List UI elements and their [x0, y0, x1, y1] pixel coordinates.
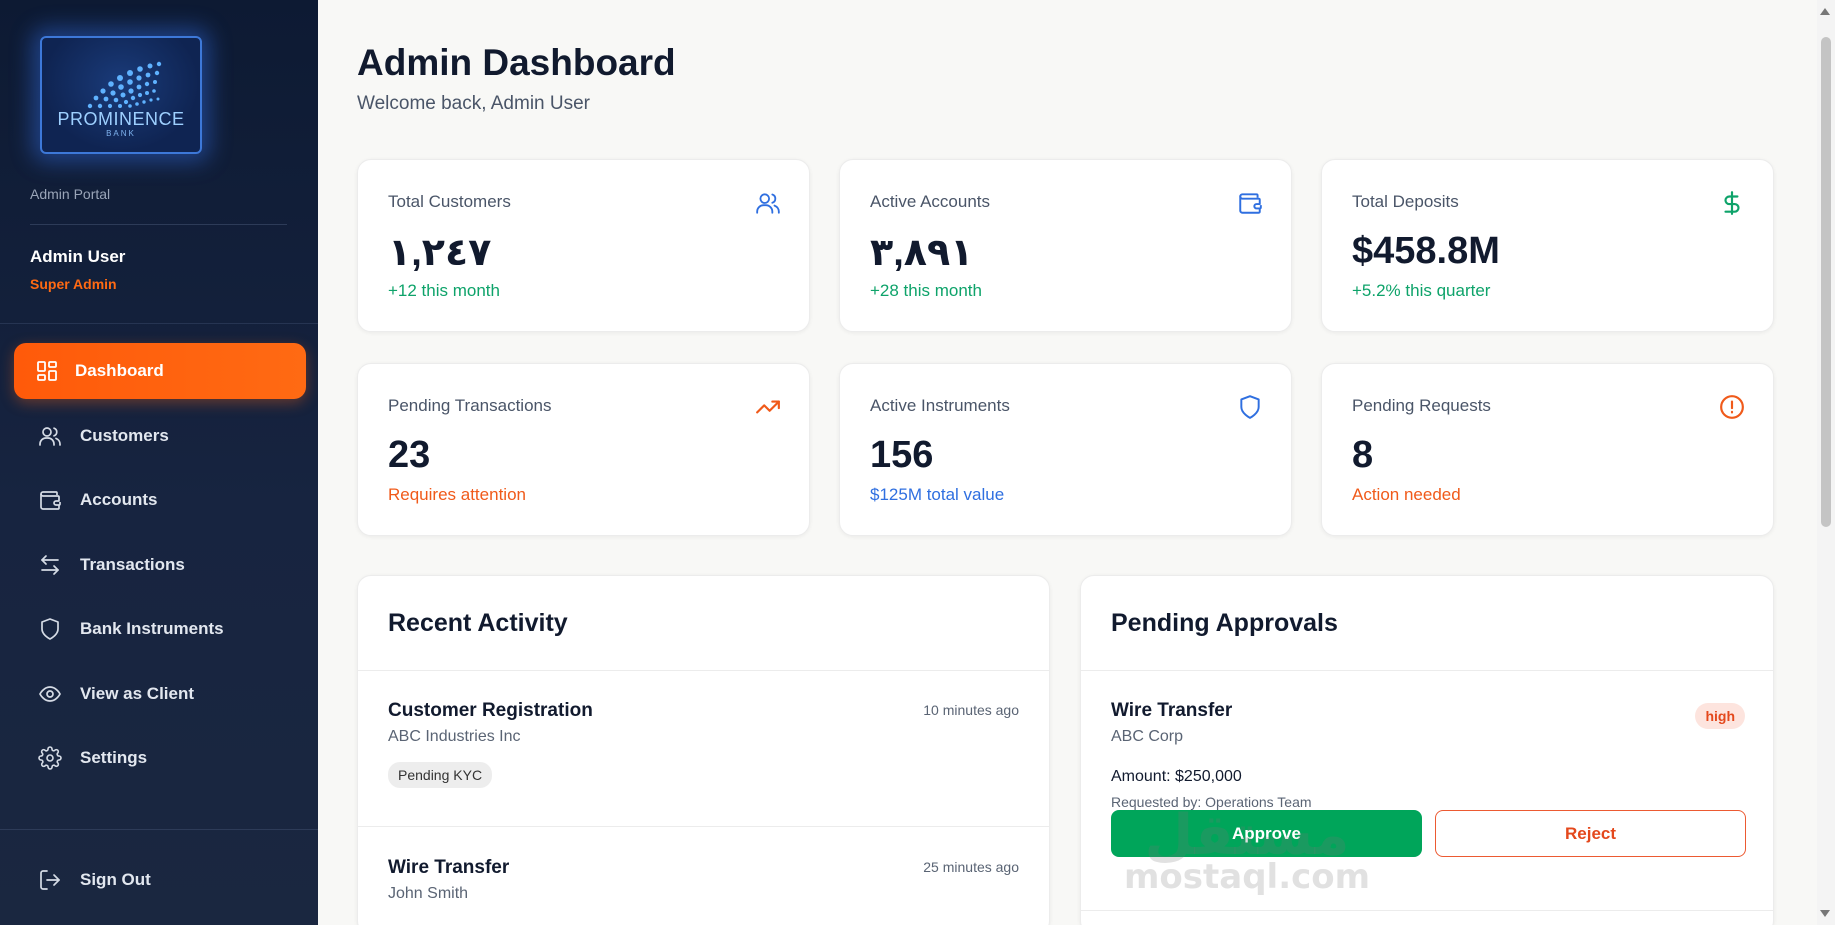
watermark-latin: mostaql.com — [1124, 857, 1371, 897]
page-title: Admin Dashboard — [357, 42, 676, 83]
dollar-icon — [1719, 190, 1745, 216]
stat-value: 23 — [388, 434, 431, 476]
app-window: PROMINENCE BANK Admin Portal Admin User … — [0, 0, 1835, 925]
sidebar-item-bank-instruments[interactable]: Bank Instruments — [14, 601, 306, 657]
stat-note: +28 this month — [870, 281, 982, 300]
activity-title: Customer Registration — [388, 700, 593, 721]
stat-card-pending-transactions: Pending Transactions 23 Requires attenti… — [357, 363, 810, 536]
eye-icon — [38, 682, 62, 706]
activity-title: Wire Transfer — [388, 857, 510, 878]
sidebar: PROMINENCE BANK Admin Portal Admin User … — [0, 0, 318, 925]
activity-item[interactable]: Wire Transfer 25 minutes ago John Smith — [358, 827, 1049, 925]
stat-label: Pending Requests — [1352, 396, 1491, 415]
stat-card-total-deposits: Total Deposits $458.8M +5.2% this quarte… — [1321, 159, 1774, 332]
sidebar-nav: Dashboard Customers Accounts Transaction… — [14, 343, 306, 795]
recent-activity-panel: Recent Activity Customer Registration 10… — [357, 575, 1050, 925]
panel-title: Pending Approvals — [1111, 609, 1338, 637]
bank-logo: PROMINENCE BANK — [40, 36, 202, 154]
sidebar-item-view-as-client[interactable]: View as Client — [14, 666, 306, 722]
stat-label: Total Customers — [388, 192, 511, 211]
stat-note: Action needed — [1352, 485, 1461, 504]
approval-amount: Amount: $250,000 — [1111, 768, 1242, 785]
sidebar-item-label: Customers — [80, 425, 169, 445]
page-subtitle: Welcome back, Admin User — [357, 93, 591, 114]
shield-icon — [1237, 394, 1263, 420]
sidebar-item-accounts[interactable]: Accounts — [14, 472, 306, 528]
activity-time: 25 minutes ago — [923, 859, 1019, 875]
stat-label: Total Deposits — [1352, 192, 1459, 211]
activity-subtitle: John Smith — [388, 885, 469, 902]
reject-button[interactable]: Reject — [1435, 810, 1746, 857]
sidebar-divider — [0, 323, 318, 324]
list-divider — [1081, 910, 1773, 911]
alert-circle-icon — [1719, 394, 1745, 420]
scrollbar-thumb[interactable] — [1821, 37, 1831, 527]
scrollbar[interactable] — [1817, 0, 1835, 925]
activity-subtitle: ABC Industries Inc — [388, 728, 521, 745]
stat-card-total-customers: Total Customers ١,٢٤٧ +12 this month — [357, 159, 810, 332]
stat-note: Requires attention — [388, 485, 526, 504]
stat-card-active-accounts: Active Accounts ٣,٨٩١ +28 this month — [839, 159, 1292, 332]
swap-arrows-icon — [38, 553, 62, 577]
gear-icon — [38, 746, 62, 770]
approval-title: Wire Transfer — [1111, 700, 1233, 721]
sidebar-item-transactions[interactable]: Transactions — [14, 537, 306, 593]
sign-out-section: Sign Out — [14, 852, 306, 917]
stat-value: ٣,٨٩١ — [870, 232, 974, 274]
user-name: Admin User — [30, 247, 126, 266]
users-icon — [755, 190, 781, 216]
wallet-icon — [38, 488, 62, 512]
trending-up-icon — [755, 394, 781, 420]
shield-icon — [38, 617, 62, 641]
stat-value: 8 — [1352, 434, 1374, 476]
stat-card-active-instruments: Active Instruments 156 $125M total value — [839, 363, 1292, 536]
sidebar-item-label: Dashboard — [75, 361, 164, 380]
priority-badge: high — [1695, 703, 1745, 729]
logo-name: PROMINENCE — [57, 109, 185, 129]
activity-time: 10 minutes ago — [923, 702, 1019, 718]
approval-subtitle: ABC Corp — [1111, 728, 1184, 745]
sidebar-item-label: Accounts — [80, 490, 158, 509]
logo-dots-icon — [87, 61, 162, 109]
logout-icon — [38, 868, 62, 892]
sidebar-item-customers[interactable]: Customers — [14, 408, 306, 464]
sidebar-divider — [0, 829, 318, 830]
status-badge: Pending KYC — [388, 762, 493, 788]
stat-label: Pending Transactions — [388, 396, 552, 415]
sidebar-item-settings[interactable]: Settings — [14, 730, 306, 786]
grid-icon — [35, 359, 59, 383]
users-icon — [38, 424, 62, 448]
user-role: Super Admin — [30, 276, 117, 292]
wallet-icon — [1237, 190, 1263, 216]
main-content: Admin Dashboard Welcome back, Admin User… — [318, 0, 1835, 925]
sign-out-label: Sign Out — [80, 870, 151, 889]
panel-title: Recent Activity — [388, 609, 568, 637]
stat-label: Active Accounts — [870, 192, 991, 211]
stat-value: 156 — [870, 434, 934, 476]
stat-card-pending-requests: Pending Requests 8 Action needed — [1321, 363, 1774, 536]
sidebar-divider — [30, 224, 287, 225]
portal-label: Admin Portal — [30, 186, 111, 202]
activity-item[interactable]: Customer Registration 10 minutes ago ABC… — [358, 670, 1049, 826]
sidebar-item-label: Transactions — [80, 554, 185, 574]
watermark: مستقل mostaql.com — [1124, 803, 1371, 897]
sidebar-item-label: View as Client — [80, 683, 195, 703]
sidebar-item-label: Settings — [80, 748, 148, 767]
stat-value: ١,٢٤٧ — [388, 232, 492, 274]
logo-subtitle: BANK — [106, 129, 136, 138]
stat-note: $125M total value — [870, 485, 1005, 504]
sidebar-item-dashboard[interactable]: Dashboard — [14, 343, 306, 399]
scroll-up-arrow[interactable] — [1820, 8, 1830, 15]
stat-note: +12 this month — [388, 281, 500, 300]
scroll-down-arrow[interactable] — [1820, 910, 1830, 917]
stat-label: Active Instruments — [870, 396, 1010, 415]
sign-out-button[interactable]: Sign Out — [14, 852, 306, 908]
watermark-arabic: مستقل — [1144, 803, 1350, 868]
sidebar-item-label: Bank Instruments — [80, 619, 224, 638]
stat-note: +5.2% this quarter — [1352, 281, 1491, 300]
stat-value: $458.8M — [1352, 230, 1500, 272]
